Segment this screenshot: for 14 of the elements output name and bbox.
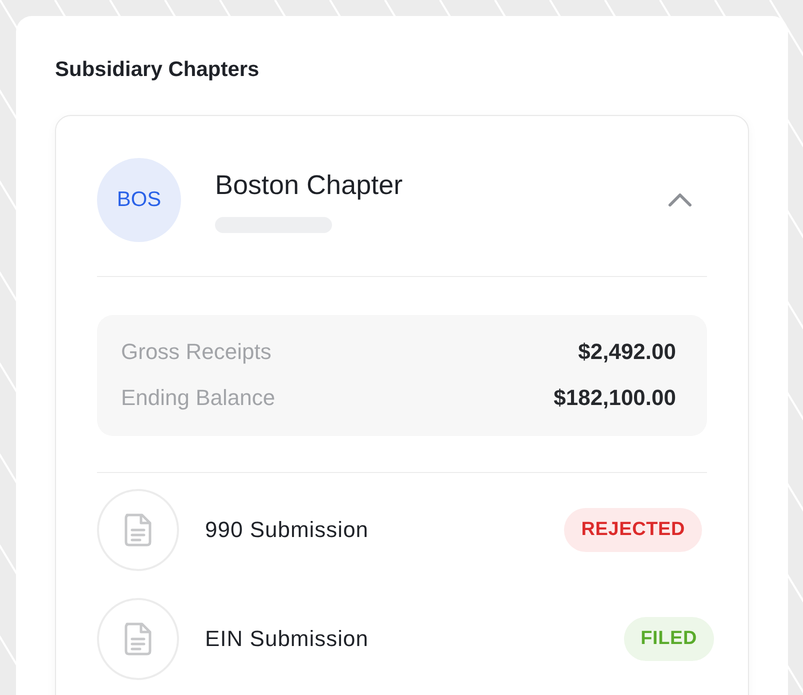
- document-icon: [97, 488, 179, 570]
- summary-label: Ending Balance: [121, 385, 276, 411]
- status-badge: FILED: [624, 616, 714, 660]
- submission-name: EIN Submission: [205, 626, 370, 652]
- document-icon: [97, 598, 179, 680]
- chapter-name: Boston Chapter: [215, 170, 403, 201]
- summary-value: $182,100.00: [554, 385, 676, 411]
- summary-label: Gross Receipts: [121, 339, 272, 365]
- chapter-avatar: BOS: [97, 158, 181, 242]
- section-title: Subsidiary Chapters: [55, 58, 260, 82]
- chevron-icon[interactable]: [667, 192, 693, 208]
- summary-value: $2,492.00: [578, 339, 676, 365]
- submission-name: 990 Submission: [205, 516, 370, 542]
- status-badge: REJECTED: [564, 508, 702, 552]
